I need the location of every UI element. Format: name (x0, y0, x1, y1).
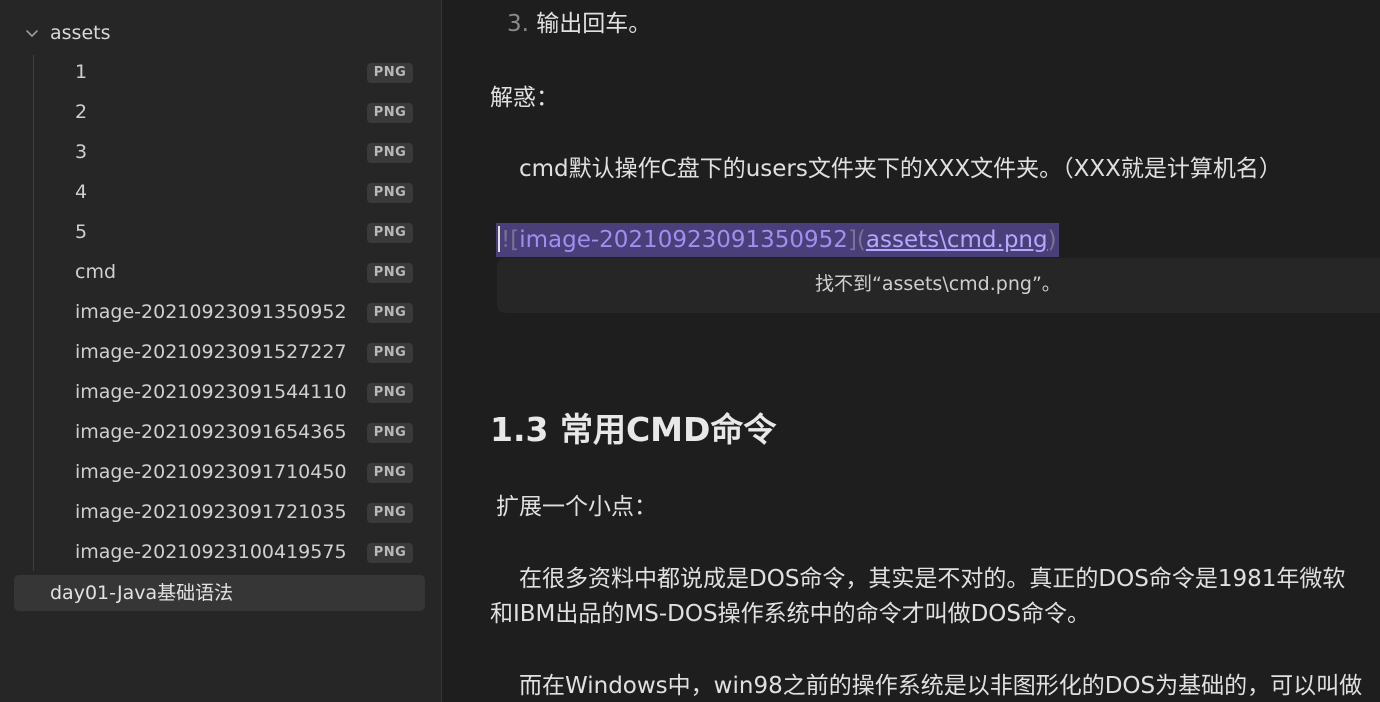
file-type-badge: PNG (367, 143, 413, 163)
file-name: 4 (75, 181, 88, 203)
file-type-badge: PNG (367, 343, 413, 363)
file-item[interactable]: 1 PNG (36, 55, 424, 89)
paragraph-windows: 而在Windows中，win98之前的操作系统是以非图形化的DOS为基础的，可以… (519, 673, 1363, 699)
file-name: 5 (75, 221, 88, 243)
file-type-badge: PNG (367, 303, 413, 323)
file-name: image-20210923091654365 (75, 421, 347, 443)
file-item[interactable]: 4 PNG (36, 175, 424, 209)
file-name: cmd (75, 261, 117, 283)
list-item-text: 输出回车。 (536, 11, 652, 37)
open-paren: ( (856, 227, 866, 253)
folder-assets[interactable]: assets (0, 18, 440, 48)
file-item[interactable]: image-20210923091721035 PNG (36, 495, 424, 529)
file-item[interactable]: image-20210923100419575 PNG (36, 535, 424, 569)
file-type-badge: PNG (367, 223, 413, 243)
paragraph-cmd: cmd默认操作C盘下的users文件夹下的XXX文件夹。（XXX就是计算机名） (519, 156, 1282, 182)
file-type-badge: PNG (367, 103, 413, 123)
image-link-source[interactable]: ![image-20210923091350952](assets\cmd.pn… (496, 223, 1059, 257)
active-note-label: day01-Java基础语法 (50, 582, 234, 604)
text-cursor (498, 226, 500, 252)
markdown-editor[interactable]: 3. 输出回车。 解惑： cmd默认操作C盘下的users文件夹下的XXX文件夹… (443, 0, 1380, 702)
paragraph-dos-line2: 和IBM出品的MS-DOS操作系统中的命令才叫做DOS命令。 (490, 601, 1090, 627)
indent-guide (33, 55, 34, 571)
paragraph-extend: 扩展一个小点： (496, 494, 657, 520)
paragraph-jiehuo: 解惑： (490, 85, 559, 111)
file-item[interactable]: 2 PNG (36, 95, 424, 129)
file-item[interactable]: image-20210923091350952 PNG (36, 295, 424, 329)
ordered-list-item: 3. 输出回车。 (507, 10, 651, 38)
file-item[interactable]: image-20210923091544110 PNG (36, 375, 424, 409)
file-type-badge: PNG (367, 63, 413, 83)
file-name: image-20210923100419575 (75, 541, 347, 563)
file-item[interactable]: image-20210923091710450 PNG (36, 455, 424, 489)
image-url-link[interactable]: assets\cmd.png (866, 227, 1048, 253)
image-embed-error: 找不到“assets\cmd.png”。 (497, 258, 1380, 313)
file-type-badge: PNG (367, 183, 413, 203)
file-item[interactable]: image-20210923091527227 PNG (36, 335, 424, 369)
image-error-message: 找不到“assets\cmd.png”。 (815, 273, 1061, 295)
file-item[interactable]: 5 PNG (36, 215, 424, 249)
file-type-badge: PNG (367, 463, 413, 483)
file-item[interactable]: 3 PNG (36, 135, 424, 169)
file-type-badge: PNG (367, 503, 413, 523)
close-paren: ) (1047, 227, 1057, 253)
file-name: 3 (75, 141, 88, 163)
file-name: 1 (75, 61, 88, 83)
close-bracket: ] (847, 227, 857, 253)
file-item[interactable]: cmd PNG (36, 255, 424, 289)
active-note-item[interactable]: day01-Java基础语法 (14, 575, 425, 611)
image-alt-text: image-20210923091350952 (519, 227, 848, 253)
file-name: 2 (75, 101, 88, 123)
heading-cmd: 1.3 常用CMD命令 (490, 410, 777, 449)
file-type-badge: PNG (367, 423, 413, 443)
file-type-badge: PNG (367, 543, 413, 563)
file-type-badge: PNG (367, 263, 413, 283)
file-name: image-20210923091710450 (75, 461, 347, 483)
file-name: image-20210923091721035 (75, 501, 347, 523)
file-type-badge: PNG (367, 383, 413, 403)
list-number: 3. (507, 11, 529, 37)
file-item[interactable]: image-20210923091654365 PNG (36, 415, 424, 449)
folder-label: assets (50, 22, 111, 44)
chevron-down-icon[interactable] (24, 26, 40, 42)
open-bracket: [ (510, 227, 520, 253)
file-explorer-sidebar: assets 1 PNG 2 PNG 3 PNG 4 PNG 5 PNG cmd… (0, 0, 442, 702)
file-name: image-20210923091544110 (75, 381, 347, 403)
image-bang: ! (501, 227, 511, 253)
file-name: image-20210923091350952 (75, 301, 347, 323)
file-name: image-20210923091527227 (75, 341, 347, 363)
paragraph-dos-line1: 在很多资料中都说成是DOS命令，其实是不对的。真正的DOS命令是1981年微软 (519, 566, 1346, 592)
